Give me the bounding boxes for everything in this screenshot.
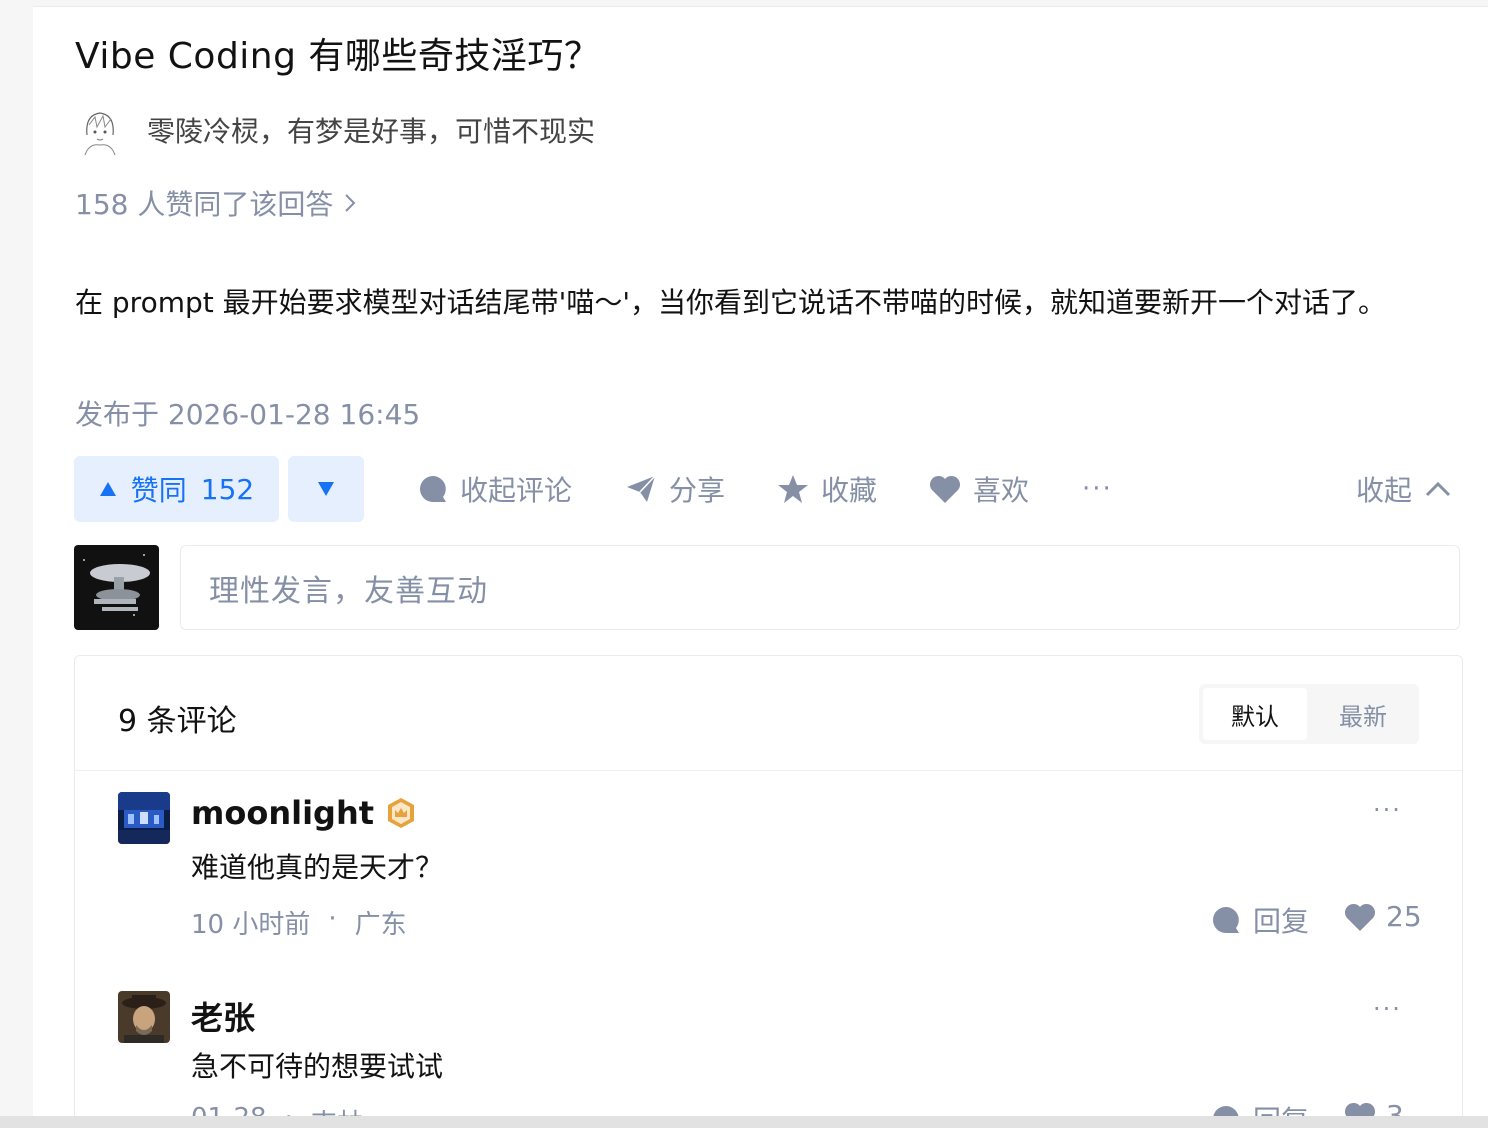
chevron-right-icon bbox=[345, 194, 356, 212]
like-label: 喜欢 bbox=[973, 474, 1030, 507]
paper-plane-icon bbox=[627, 475, 656, 502]
comment-meta: 01-28 · 吉林 bbox=[191, 1103, 363, 1117]
favorite-label: 收藏 bbox=[821, 474, 878, 507]
favorite-button[interactable]: 收藏 bbox=[777, 456, 877, 522]
comment-input-row: 理性发言，友善互动 bbox=[74, 545, 1464, 633]
sort-toggle: 默认 最新 bbox=[1199, 684, 1419, 744]
heart-icon bbox=[929, 475, 961, 503]
vote-down-button[interactable] bbox=[288, 456, 364, 522]
comment-more-button[interactable]: ··· bbox=[1373, 995, 1402, 1023]
share-label: 分享 bbox=[669, 474, 726, 507]
vote-up-button[interactable]: 赞同 152 bbox=[74, 456, 279, 522]
comment-more-button[interactable]: ··· bbox=[1373, 796, 1402, 824]
collapse-label: 收起 bbox=[1356, 474, 1413, 507]
comment-location: 吉林 bbox=[311, 1103, 363, 1117]
comment-meta: 10 小时前 · 广东 bbox=[191, 904, 407, 941]
sort-default-button[interactable]: 默认 bbox=[1203, 688, 1307, 740]
author-name[interactable]: 零陵冷棂，有梦是好事，可惜不现实 bbox=[147, 110, 595, 150]
current-user-avatar[interactable] bbox=[74, 545, 159, 630]
more-actions-button[interactable]: ··· bbox=[1082, 456, 1113, 522]
like-button[interactable]: 喜欢 bbox=[929, 456, 1029, 522]
comment-like-button[interactable]: 3 bbox=[1344, 1099, 1404, 1117]
comment-time: 01-28 bbox=[191, 1103, 267, 1117]
commenter-avatar[interactable] bbox=[118, 792, 170, 844]
comment-item: 老张 ··· 急不可待的想要试试 01-28 · 吉林 回复 3 bbox=[118, 991, 1418, 1117]
triangle-up-icon bbox=[99, 482, 116, 496]
crown-badge-icon bbox=[388, 798, 415, 828]
horizontal-scrollbar[interactable] bbox=[0, 1116, 1488, 1128]
comment-like-button[interactable]: 25 bbox=[1344, 900, 1422, 933]
reply-button[interactable]: 回复 bbox=[1211, 900, 1309, 940]
reply-label: 回复 bbox=[1253, 905, 1310, 938]
reply-label: 回复 bbox=[1253, 1099, 1309, 1117]
published-time: 发布于 2026-01-28 16:45 bbox=[75, 398, 421, 431]
comment-count: 9 条评论 bbox=[118, 704, 237, 739]
commenter-name-row: moonlight bbox=[191, 794, 418, 832]
triangle-down-icon bbox=[318, 482, 334, 496]
meta-separator: · bbox=[285, 1103, 293, 1117]
author-row: 零陵冷棂，有梦是好事，可惜不现实 bbox=[75, 105, 595, 155]
vote-up-label: 赞同 bbox=[130, 474, 187, 507]
answer-card: Vibe Coding 有哪些奇技淫巧？ 零陵冷棂，有梦是好事，可惜不现实 15… bbox=[33, 6, 1488, 1117]
answer-content: 在 prompt 最开始要求模型对话结尾带'喵～'，当你看到它说话不带喵的时候，… bbox=[75, 286, 1387, 319]
comment-bubble-icon bbox=[420, 476, 446, 502]
commenter-name[interactable]: 老张 bbox=[191, 993, 255, 1039]
collapse-button[interactable]: 收起 bbox=[1356, 456, 1452, 522]
comments-header: 9 条评论 默认 最新 bbox=[75, 656, 1462, 771]
commenter-avatar[interactable] bbox=[118, 991, 170, 1043]
comment-time: 10 小时前 bbox=[191, 910, 311, 940]
collapse-comments-button[interactable]: 收起评论 bbox=[418, 456, 572, 522]
question-title[interactable]: Vibe Coding 有哪些奇技淫巧？ bbox=[75, 33, 600, 81]
share-button[interactable]: 分享 bbox=[625, 456, 725, 522]
voters-text: 158 人赞同了该回答 bbox=[75, 188, 334, 221]
vote-count: 152 bbox=[200, 472, 255, 506]
comment-like-count: 3 bbox=[1386, 1099, 1404, 1117]
sort-latest-button[interactable]: 最新 bbox=[1311, 688, 1415, 740]
comment-bubble-icon bbox=[1213, 907, 1239, 933]
comment-input[interactable]: 理性发言，友善互动 bbox=[180, 545, 1460, 630]
reply-button[interactable]: 回复 bbox=[1211, 1099, 1309, 1117]
comment-like-count: 25 bbox=[1386, 900, 1422, 933]
chevron-up-icon bbox=[1425, 481, 1451, 497]
author-avatar[interactable] bbox=[75, 105, 125, 155]
commenter-name-row: 老张 bbox=[191, 993, 255, 1039]
star-icon bbox=[778, 475, 808, 503]
comment-text: 难道他真的是天才？ bbox=[191, 851, 444, 884]
meta-separator: · bbox=[328, 904, 337, 934]
commenter-name[interactable]: moonlight bbox=[191, 794, 374, 832]
voters-link[interactable]: 158 人赞同了该回答 bbox=[75, 183, 357, 223]
comment-item: moonlight ··· 难道他真的是天才？ 10 小时前 · 广东 回复 2… bbox=[118, 792, 1422, 952]
heart-icon bbox=[1344, 903, 1376, 931]
collapse-comments-label: 收起评论 bbox=[460, 474, 573, 507]
comment-location: 广东 bbox=[354, 910, 407, 940]
comments-panel: 9 条评论 默认 最新 moonlight ··· 难道他真的是天才？ 10 小… bbox=[74, 655, 1463, 1117]
comment-text: 急不可待的想要试试 bbox=[191, 1050, 444, 1083]
action-bar: 赞同 152 收起评论 分享 收藏 喜欢 ··· 收起 bbox=[74, 456, 1454, 522]
heart-icon bbox=[1345, 1102, 1375, 1117]
